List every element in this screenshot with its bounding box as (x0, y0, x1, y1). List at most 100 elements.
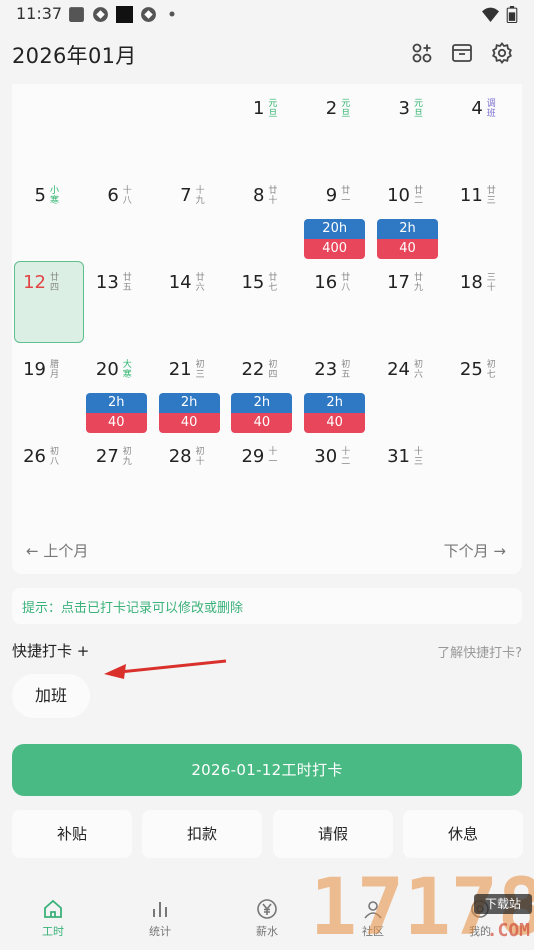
day-number: 20 (95, 359, 119, 380)
calendar-day[interactable]: 8 廿十 (230, 171, 303, 258)
punch-record-badge[interactable]: 2h 40 (231, 393, 293, 433)
nav-item-worktime[interactable]: 工时 (13, 898, 93, 939)
day-number: 16 (314, 272, 338, 293)
settings-icon[interactable] (491, 42, 513, 64)
calendar-day[interactable]: 27 初九 (85, 432, 158, 519)
day-number: 2 (325, 98, 338, 119)
settings-icon (471, 900, 489, 918)
rest-button[interactable]: 休息 (403, 810, 523, 858)
calendar-day[interactable]: 10 廿二 2h 40 (376, 171, 449, 259)
calendar-day[interactable]: 19 腊月 (12, 345, 85, 432)
lunar-date: 廿七 (268, 273, 278, 293)
record-hours: 2h (377, 219, 438, 239)
app-notification-icon (141, 7, 156, 22)
day-number: 27 (95, 446, 119, 467)
calendar-day[interactable]: 13 廿五 (85, 258, 158, 345)
nav-label: 我的 (469, 925, 491, 938)
calendar-day[interactable]: 16 廿八 (303, 258, 376, 345)
lunar-date: 初七 (486, 360, 496, 380)
calendar-day[interactable]: 9 廿一 20h 400 (303, 171, 376, 259)
day-number: 31 (387, 446, 410, 467)
subsidy-button[interactable]: 补贴 (12, 810, 132, 858)
calendar-day[interactable]: 22 初四 2h 40 (230, 345, 303, 433)
home-icon (44, 899, 62, 918)
lunar-date: 廿六 (195, 273, 205, 293)
calendar-day[interactable]: 24 初六 (376, 345, 449, 432)
calendar-day[interactable]: 4 调班 (449, 84, 522, 171)
calendar-day[interactable]: 25 初七 (449, 345, 522, 432)
lunar-date: 初三 (195, 360, 205, 380)
calendar-day[interactable]: 15 廿七 (230, 258, 303, 345)
punch-record-badge[interactable]: 2h 40 (158, 393, 220, 433)
status-time: 11:37 (16, 4, 63, 23)
calendar-day[interactable]: 2 元旦 (303, 84, 376, 171)
nav-item-community[interactable]: 社区 (333, 898, 413, 939)
lunar-date: 初十 (195, 447, 205, 467)
punch-record-badge[interactable]: 2h 40 (85, 393, 147, 433)
app-header: 2026年01月 (0, 30, 534, 80)
punch-in-button[interactable]: 2026-01-12工时打卡 (12, 744, 522, 796)
calendar-day[interactable]: 17 廿九 (376, 258, 449, 345)
record-pay: 40 (158, 413, 220, 433)
calendar-day[interactable]: 1 元旦 (230, 84, 303, 171)
nav-item-salary[interactable]: 薪水 (227, 898, 307, 939)
calendar-day[interactable]: 30 十二 (303, 432, 376, 519)
calendar-day[interactable]: 6 十八 (85, 171, 158, 258)
calendar-day[interactable]: 20 大寒 2h 40 (85, 345, 158, 433)
lunar-date: 元旦 (268, 99, 278, 119)
wifi-icon (482, 7, 499, 22)
quick-punch-title[interactable]: 快捷打卡 + (12, 640, 89, 661)
lunar-date: 廿十 (268, 186, 278, 206)
calendar-day[interactable]: 11 廿三 (449, 171, 522, 258)
day-number: 30 (314, 446, 338, 467)
calendar-day[interactable]: 14 廿六 (158, 258, 231, 345)
record-hours: 2h (231, 393, 293, 413)
prev-month-button[interactable]: ← 上个月 (26, 540, 88, 561)
quick-punch-help-link[interactable]: 了解快捷打卡? (437, 642, 522, 661)
lunar-date: 小寒 (50, 186, 60, 206)
calendar-day[interactable]: 7 十九 (158, 171, 231, 258)
calendar-day[interactable]: 28 初十 (158, 432, 231, 519)
punch-record-badge[interactable]: 2h 40 (377, 219, 438, 259)
add-widget-icon[interactable] (411, 42, 433, 64)
status-bar: 11:37 (0, 0, 534, 30)
punch-record-badge[interactable]: 20h 400 (304, 219, 366, 259)
deduction-button[interactable]: 扣款 (142, 810, 262, 858)
nav-item-mine[interactable]: 我的 (440, 898, 520, 939)
record-pay: 40 (304, 413, 366, 433)
record-pay: 40 (377, 239, 438, 259)
calendar-day[interactable]: 5 小寒 (12, 171, 85, 258)
nav-label: 社区 (362, 925, 384, 938)
calendar-day[interactable]: 29 十一 (230, 432, 303, 519)
calendar-day[interactable]: 12 廿四 (12, 258, 85, 345)
calendar-day[interactable]: 26 初八 (12, 432, 85, 519)
lunar-date: 十二 (341, 447, 351, 467)
lunar-date: 廿五 (122, 273, 132, 293)
archive-icon[interactable] (451, 42, 473, 64)
lunar-date: 腊月 (50, 360, 60, 380)
hint-bar: 提示：点击已打卡记录可以修改或删除 (12, 588, 522, 624)
lunar-date: 十九 (195, 186, 205, 206)
battery-icon (506, 6, 518, 23)
day-number: 13 (95, 272, 119, 293)
lunar-date: 廿四 (50, 273, 60, 293)
day-number: 3 (398, 98, 410, 119)
nav-item-stats[interactable]: 统计 (120, 898, 200, 939)
calendar-day[interactable]: 21 初三 2h 40 (158, 345, 231, 433)
month-title[interactable]: 2026年01月 (12, 40, 137, 70)
lunar-date: 廿二 (414, 186, 424, 206)
lunar-date: 调班 (486, 99, 496, 119)
calendar-day[interactable]: 31 十三 (376, 432, 449, 519)
record-hours: 2h (304, 393, 366, 413)
day-number: 4 (471, 98, 483, 119)
calendar-day[interactable]: 23 初五 2h 40 (303, 345, 376, 433)
next-month-button[interactable]: 下个月 → (444, 540, 506, 561)
calendar-day[interactable]: 3 元旦 (376, 84, 449, 171)
day-number: 17 (387, 272, 410, 293)
quick-punch-chip-overtime[interactable]: 加班 (12, 674, 90, 718)
punch-record-badge[interactable]: 2h 40 (304, 393, 366, 433)
leave-button[interactable]: 请假 (273, 810, 393, 858)
day-number: 5 (34, 185, 46, 206)
record-pay: 400 (304, 239, 366, 259)
calendar-day[interactable]: 18 三十 (449, 258, 522, 345)
